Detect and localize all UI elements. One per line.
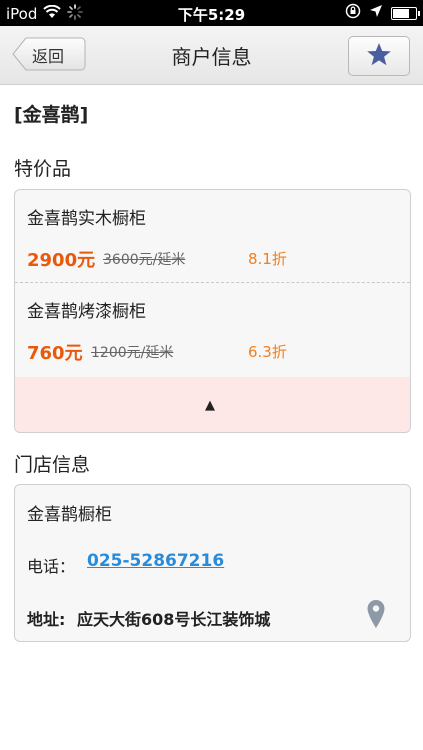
rotation-lock-icon [345,3,361,23]
product-item[interactable]: 金喜鹊实木橱柜 2900元 3600元/延米 8.1折 [15,190,410,283]
merchant-name: [金喜鹊] [14,104,89,126]
product-name: 金喜鹊烤漆橱柜 [27,302,146,322]
product-original-price: 1200元/延米 [91,345,174,361]
store-section-title: 门店信息 [14,454,91,476]
address-label: 地址: [27,610,66,629]
status-bar: iPod 下午5:29 [0,0,423,26]
navigation-bar: 返回 商户信息 [0,26,423,85]
product-discount: 8.1折 [248,250,287,268]
product-price: 2900元 [27,250,96,271]
map-pin-icon[interactable] [366,599,386,633]
specials-card: 金喜鹊实木橱柜 2900元 3600元/延米 8.1折 金喜鹊烤漆橱柜 760元… [14,189,411,433]
product-discount: 6.3折 [248,343,287,361]
phone-link[interactable]: 025-52867216 [87,551,224,571]
battery-icon [391,6,420,20]
store-name: 金喜鹊橱柜 [27,505,112,525]
collapse-specials-button[interactable]: ▲ [15,377,410,432]
location-arrow-icon [369,4,383,22]
phone-label: 电话： [27,557,76,576]
collapse-triangle-icon: ▲ [205,398,215,413]
specials-section-title: 特价品 [14,158,72,180]
favorite-button[interactable] [348,36,410,76]
star-icon [366,42,392,71]
address-value: 应天大街608号长江装饰城 [77,610,271,629]
product-item[interactable]: 金喜鹊烤漆橱柜 760元 1200元/延米 6.3折 [15,283,410,375]
store-card: 金喜鹊橱柜 电话： 025-52867216 地址: 应天大街608号长江装饰城 [14,484,411,642]
product-price: 760元 [27,343,83,364]
product-original-price: 3600元/延米 [103,252,186,268]
status-right [345,3,420,23]
product-name: 金喜鹊实木橱柜 [27,209,146,229]
